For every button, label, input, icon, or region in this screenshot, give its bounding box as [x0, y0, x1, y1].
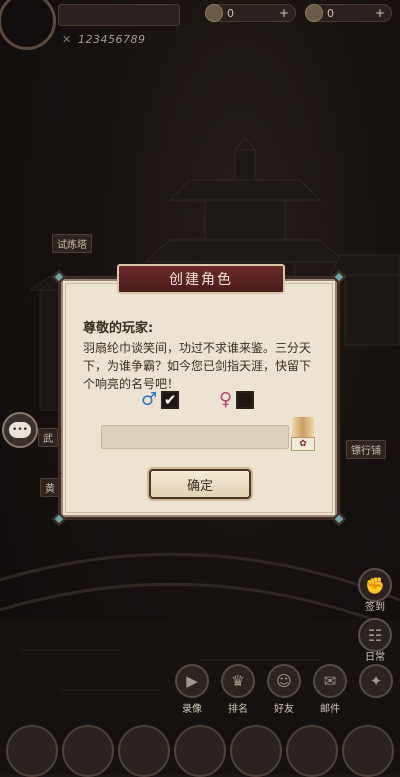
nav-replay[interactable]: ▶ 录像: [172, 664, 212, 715]
male-checkbox[interactable]: ✔: [161, 390, 180, 409]
map-label-left-2[interactable]: 黄: [40, 478, 60, 497]
male-icon: ♂: [141, 389, 158, 410]
currency-coins: 0 +: [205, 4, 296, 22]
character-name-input[interactable]: [101, 425, 289, 449]
nav-more[interactable]: ✦: [356, 664, 396, 698]
mail-icon: ✉: [313, 664, 347, 698]
random-name-emblem: ✿: [291, 437, 315, 451]
dock-slot-2[interactable]: [62, 725, 114, 777]
dock-slot-4[interactable]: [174, 725, 226, 777]
chat-button[interactable]: •••: [2, 412, 38, 448]
nav-friends-label: 好友: [274, 704, 294, 715]
daily-button[interactable]: ☷: [358, 618, 392, 652]
player-name-bar: [58, 4, 180, 26]
coin-value: 0: [227, 6, 234, 20]
coin-icon: [205, 4, 223, 22]
nav-mail[interactable]: ✉ 邮件: [310, 664, 350, 715]
video-icon: ▶: [175, 664, 209, 698]
sign-in-label: 签到: [365, 602, 385, 613]
map-label-right[interactable]: 镖行铺: [346, 440, 386, 459]
friends-icon: ☺: [267, 664, 301, 698]
random-name-button[interactable]: ✿: [289, 415, 317, 453]
dock-slot-1[interactable]: [6, 725, 58, 777]
dialog-title: 创建角色: [117, 264, 285, 294]
swords-icon: ✕: [62, 33, 72, 46]
nav-mail-label: 邮件: [320, 704, 340, 715]
chat-icon: •••: [9, 422, 31, 438]
compass-icon: ✦: [359, 664, 393, 698]
nav-friends[interactable]: ☺ 好友: [264, 664, 304, 715]
daily-label: 日常: [365, 652, 385, 663]
dock-slot-6[interactable]: [286, 725, 338, 777]
dialog-greeting: 尊敬的玩家:: [83, 321, 154, 336]
female-icon: ♀: [219, 389, 233, 410]
create-character-dialog: 创建角色 尊敬的玩家: 羽扇纶巾谈笑间，功过不求谁来鉴。三分天下，为谁争霸？如今…: [51, 264, 347, 527]
trophy-icon: ♛: [221, 664, 255, 698]
map-label-left[interactable]: 武: [38, 428, 58, 447]
add-gems-button[interactable]: +: [373, 6, 387, 20]
gender-male-option[interactable]: ♂ ✔: [141, 389, 180, 410]
dice-icon: [292, 417, 314, 437]
dock-slot-5[interactable]: [230, 725, 282, 777]
uid-value: 123456789: [78, 33, 146, 46]
scroll-icon: ☷: [367, 625, 383, 645]
map-label-tower[interactable]: 试炼塔: [52, 234, 92, 253]
gem-icon: [305, 4, 323, 22]
dialog-message: 羽扇纶巾谈笑间，功过不求谁来鉴。三分天下，为谁争霸？如今您已剑指天涯，快留下个响…: [83, 341, 312, 391]
confirm-button[interactable]: 确定: [149, 469, 251, 499]
player-uid: ✕ 123456789: [62, 33, 146, 46]
nav-ranking[interactable]: ♛ 排名: [218, 664, 258, 715]
nav-replay-label: 录像: [182, 704, 202, 715]
add-coins-button[interactable]: +: [277, 6, 291, 20]
currency-gems: 0 +: [305, 4, 392, 22]
sign-in-button[interactable]: ✊: [358, 568, 392, 602]
gem-value: 0: [327, 6, 334, 20]
nav-ranking-label: 排名: [228, 704, 248, 715]
dock-slot-7[interactable]: [342, 725, 394, 777]
gender-female-option[interactable]: ♀: [219, 389, 255, 410]
female-checkbox[interactable]: [236, 390, 255, 409]
fist-icon: ✊: [365, 575, 385, 595]
dock-slot-3[interactable]: [118, 725, 170, 777]
